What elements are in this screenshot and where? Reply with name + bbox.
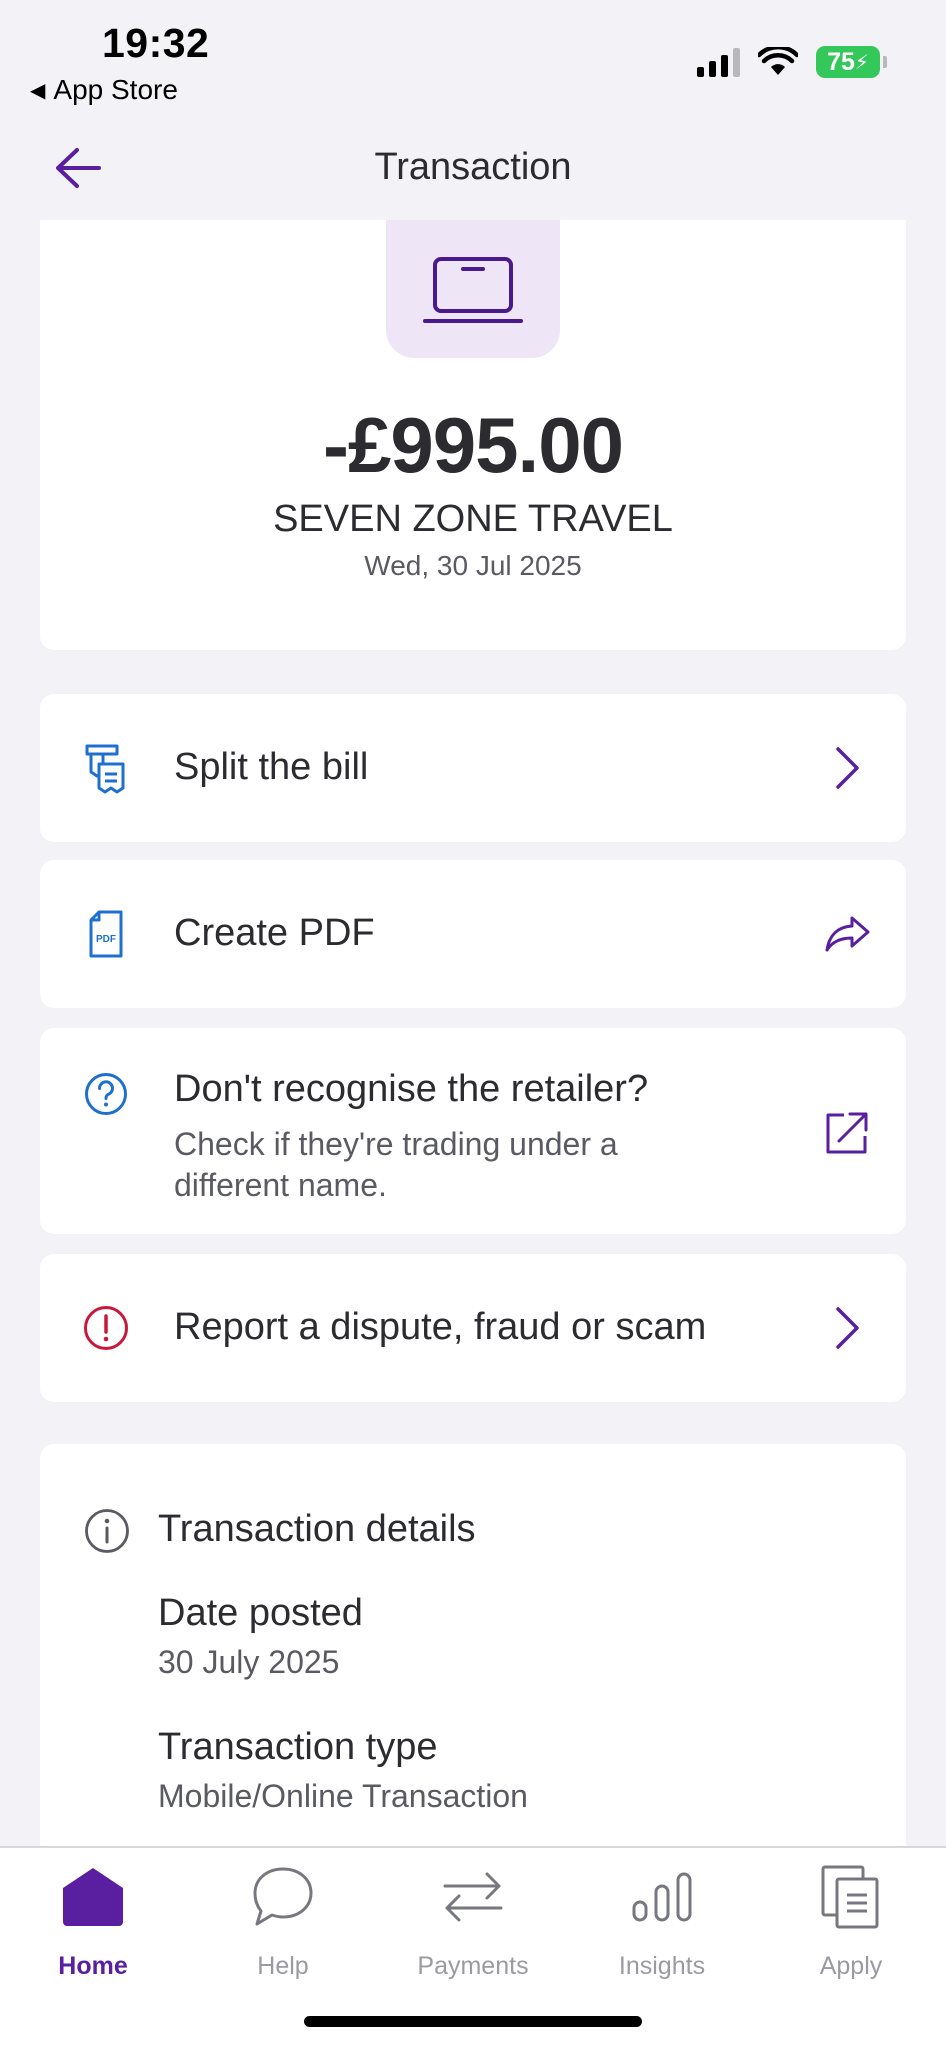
tab-home-label: Home [58, 1952, 128, 1980]
retailer-help-line-2: different name. [174, 1167, 387, 1203]
documents-icon [816, 1862, 886, 1932]
status-bar: 19:32 ◀ App Store 75 ⚡ [0, 0, 946, 112]
wifi-icon [758, 47, 798, 75]
status-time: 19:32 [102, 20, 210, 66]
detail-label-date-posted: Date posted [158, 1592, 363, 1634]
transfer-arrows-icon [438, 1862, 508, 1932]
retailer-question-label: Don't recognise the retailer? [174, 1068, 649, 1110]
transaction-amount: -£995.00 [323, 401, 624, 489]
receipt-split-icon [82, 744, 130, 794]
cellular-signal-icon [697, 47, 740, 77]
chat-bubble-icon [248, 1862, 318, 1932]
detail-value-transaction-type: Mobile/Online Transaction [158, 1778, 528, 1814]
transaction-details-title: Transaction details [158, 1508, 476, 1550]
transaction-content[interactable]: -£995.00 SEVEN ZONE TRAVEL Wed, 30 Jul 2… [0, 220, 946, 1846]
merchant-name: SEVEN ZONE TRAVEL [273, 498, 673, 540]
tab-payments-label: Payments [417, 1952, 529, 1980]
create-pdf-label: Create PDF [174, 912, 375, 954]
merchant-category-badge [386, 220, 560, 358]
tab-insights-label: Insights [618, 1952, 706, 1980]
svg-text:PDF: PDF [96, 934, 116, 945]
create-pdf-row[interactable]: PDF Create PDF [40, 860, 906, 1008]
tab-help[interactable]: Help [203, 1862, 363, 1982]
tab-insights[interactable]: Insights [582, 1862, 742, 1982]
page-title: Transaction [374, 146, 572, 188]
question-circle-icon [82, 1070, 130, 1118]
tab-apply[interactable]: Apply [771, 1862, 931, 1982]
transaction-details-card: Transaction details Date posted 30 July … [40, 1444, 906, 1846]
detail-label-transaction-type: Transaction type [158, 1726, 438, 1768]
tab-help-label: Help [257, 1952, 309, 1980]
back-app-label: App Store [53, 74, 178, 105]
tab-apply-label: Apply [819, 1952, 883, 1980]
back-triangle-icon: ◀ [30, 79, 46, 102]
battery-icon: 75 ⚡ [816, 46, 887, 78]
retailer-help-text: Check if they're trading under a differe… [174, 1124, 734, 1206]
unrecognised-retailer-row[interactable]: Don't recognise the retailer? Check if t… [40, 1028, 906, 1234]
transaction-date: Wed, 30 Jul 2025 [364, 550, 582, 581]
info-circle-icon [84, 1508, 130, 1554]
retailer-help-line-1: Check if they're trading under a [174, 1126, 618, 1162]
share-arrow-icon [824, 911, 870, 957]
home-indicator[interactable] [304, 2016, 642, 2027]
split-the-bill-label: Split the bill [174, 746, 369, 788]
chevron-right-icon [824, 745, 870, 791]
split-the-bill-row[interactable]: Split the bill [40, 694, 906, 842]
top-nav-bar: Transaction [0, 112, 946, 220]
external-link-icon [824, 1110, 870, 1156]
chevron-right-icon [824, 1305, 870, 1351]
bar-chart-icon [627, 1862, 697, 1932]
transaction-summary-card: -£995.00 SEVEN ZONE TRAVEL Wed, 30 Jul 2… [40, 220, 906, 650]
battery-level: 75 [827, 47, 855, 76]
home-icon [58, 1862, 128, 1932]
alert-circle-icon [82, 1304, 130, 1352]
back-to-app-store[interactable]: ◀ App Store [30, 74, 178, 106]
report-dispute-label: Report a dispute, fraud or scam [174, 1306, 707, 1348]
tab-home[interactable]: Home [13, 1862, 173, 1982]
report-dispute-row[interactable]: Report a dispute, fraud or scam [40, 1254, 906, 1402]
tab-payments[interactable]: Payments [393, 1862, 553, 1982]
laptop-icon [423, 257, 523, 323]
pdf-file-icon: PDF [82, 910, 130, 958]
detail-value-date-posted: 30 July 2025 [158, 1644, 340, 1680]
